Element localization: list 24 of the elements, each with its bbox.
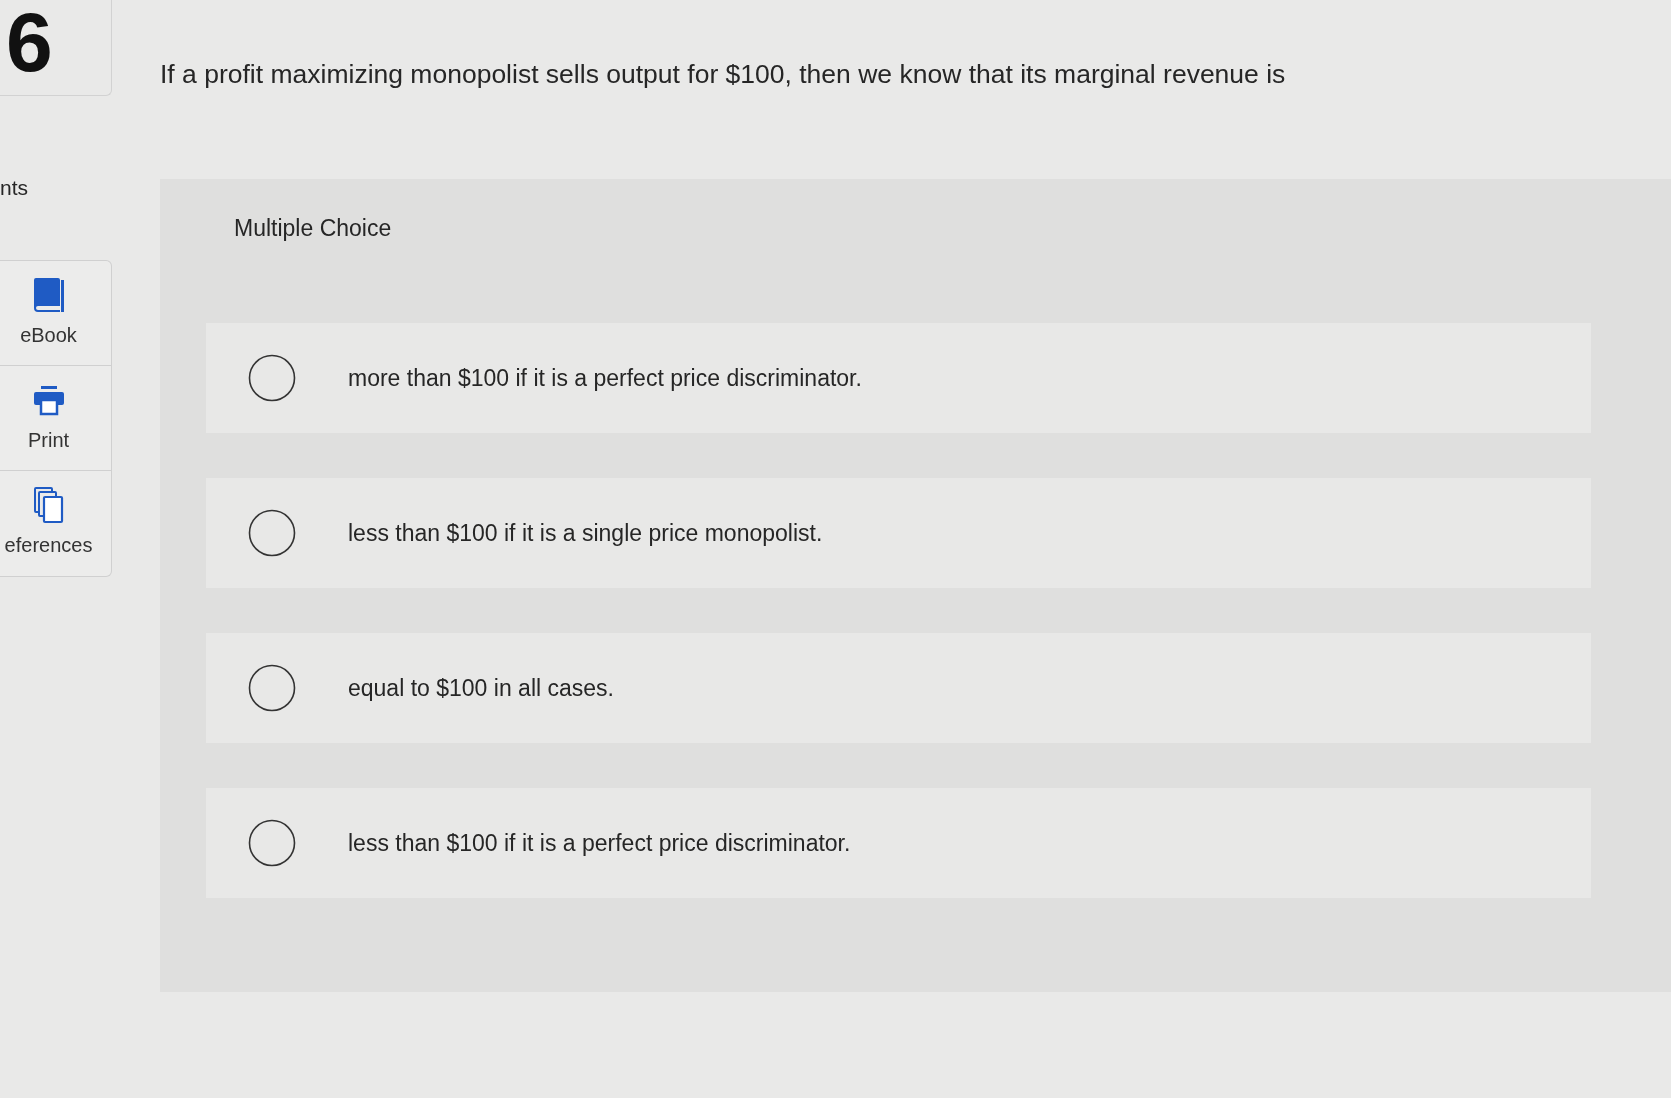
answer-option[interactable]: equal to $100 in all cases. <box>206 633 1591 744</box>
sidebar-tool-label: eBook <box>20 322 77 348</box>
question-number: 6 <box>5 0 53 84</box>
sidebar-tool-button[interactable]: eferences <box>0 470 111 576</box>
book-icon <box>31 275 66 314</box>
sidebar-tool-label: Print <box>27 427 70 453</box>
sidebar-tool-label: eferences <box>4 533 93 558</box>
radio-button-icon[interactable] <box>248 354 296 403</box>
points-label: nts <box>0 175 28 201</box>
sidebar-tool-button[interactable]: eBook <box>0 260 111 366</box>
stacked-pages-icon <box>31 486 66 524</box>
radio-button-icon[interactable] <box>248 819 296 868</box>
answer-option[interactable]: less than $100 if it is a perfect price discriminator. <box>206 788 1591 899</box>
answer-option[interactable]: more than $100 if it is a perfect price discriminator. <box>206 323 1591 434</box>
option-text: more than $100 if it is a perfect price discriminator. <box>348 364 862 393</box>
option-text: less than $100 if it is a perfect price discriminator. <box>348 829 851 858</box>
radio-button-icon[interactable] <box>248 509 296 558</box>
answer-option[interactable]: less than $100 if it is a single price monopolist. <box>206 478 1591 589</box>
radio-button-icon[interactable] <box>248 664 296 713</box>
sidebar-tool-button[interactable]: Print <box>0 365 111 471</box>
question-text: If a profit maximizing monopolist sells output for $100, then we know that its marginal revenue is <box>160 58 1287 91</box>
answer-type-label: Multiple Choice <box>234 213 392 243</box>
option-text: equal to $100 in all cases. <box>348 674 614 703</box>
option-text: less than $100 if it is a single price monopolist. <box>348 519 823 548</box>
